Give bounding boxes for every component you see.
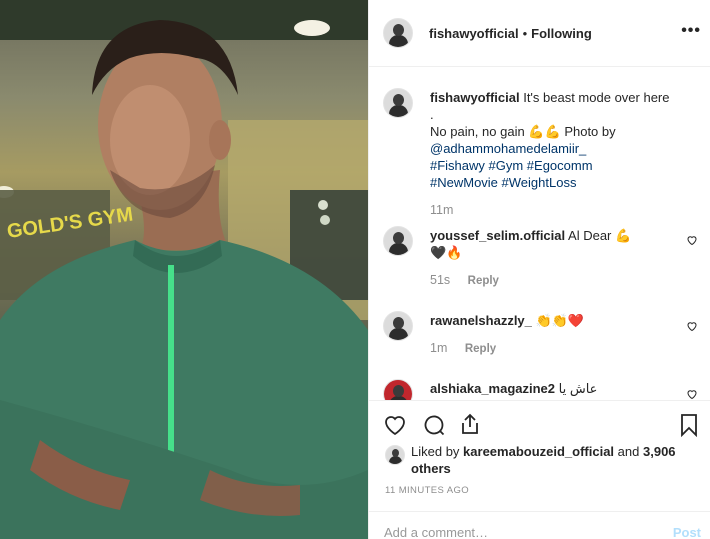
reply-button[interactable]: Reply (465, 343, 496, 355)
caption-timestamp: 11m (430, 203, 454, 217)
ellipsis-icon[interactable]: ••• (681, 23, 701, 39)
separator-dot: • (522, 25, 528, 41)
post-actions: Liked by kareemabouzeid_official and 3,9… (369, 400, 710, 539)
comment-time: 51s (430, 273, 451, 287)
avatar[interactable] (383, 226, 413, 256)
heart-icon[interactable] (686, 388, 698, 400)
avatar[interactable] (383, 88, 413, 118)
avatar[interactable] (385, 445, 405, 465)
person-portrait-photo: GOLD'S GYM (0, 0, 368, 539)
comment-body: عاش يا (558, 381, 598, 396)
comment-body: Al Dear (568, 228, 612, 243)
post-photo[interactable]: GOLD'S GYM (0, 0, 368, 539)
caption-text: fishawyofficial It's beast mode over her… (430, 89, 675, 191)
post-button[interactable]: Post (673, 525, 701, 539)
caption-time: 11m (430, 203, 453, 217)
liked-by-prefix: Liked by (411, 444, 460, 459)
post-timestamp[interactable]: 11 MINUTES AGO (385, 485, 469, 496)
comment-meta: 1m Reply (430, 341, 496, 355)
comments-list[interactable]: fishawyofficial It's beast mode over her… (369, 68, 710, 400)
share-icon[interactable] (458, 412, 482, 436)
comment-username[interactable]: rawanelshazzly_ (430, 313, 532, 328)
add-comment-bar: Add a comment… Post (369, 511, 710, 539)
comment-username[interactable]: alshiaka_magazine2 (430, 381, 555, 396)
post-sidebar: fishawyofficial • Following ••• fishawyo… (368, 0, 710, 539)
heart-fire-emoji: 🖤🔥 (430, 245, 463, 260)
reply-button[interactable]: Reply (468, 275, 499, 287)
avatar[interactable] (383, 379, 413, 400)
heart-icon[interactable] (686, 234, 698, 246)
flexed-biceps-icon: 💪 (615, 228, 632, 243)
liked-by-user[interactable]: kareemabouzeid_official (463, 444, 614, 459)
mention-link[interactable]: @adhammohamedelamiir_ (430, 141, 586, 156)
instagram-post-modal: GOLD'S GYM fishawyofficial • Following •… (0, 0, 710, 539)
clapping-heart-emoji: 👏👏❤️ (535, 313, 585, 328)
caption-text-3: Photo by (564, 124, 616, 139)
comment-time: 1m (430, 341, 448, 355)
comment-input[interactable]: Add a comment… (384, 525, 488, 539)
heart-icon[interactable] (686, 320, 698, 332)
comment-text: youssef_selim.official Al Dear 💪 🖤🔥 (430, 227, 675, 261)
caption-text-2: No pain, no gain (430, 124, 525, 139)
comment-meta: 51s Reply (430, 273, 499, 287)
likes-text: Liked by kareemabouzeid_official and 3,9… (411, 443, 691, 477)
header-username[interactable]: fishawyofficial (429, 26, 519, 41)
flexed-biceps-icon: 💪💪 (528, 124, 561, 139)
caption-username[interactable]: fishawyofficial (430, 90, 520, 105)
liked-by-middle: and (617, 444, 640, 459)
hashtags-line-2[interactable]: #NewMovie #WeightLoss (430, 175, 576, 190)
comment-text: rawanelshazzly_ 👏👏❤️ (430, 312, 675, 329)
comment-username[interactable]: youssef_selim.official (430, 228, 565, 243)
comment-bubble-icon[interactable] (422, 413, 446, 437)
like-heart-icon[interactable] (383, 413, 407, 437)
post-header: fishawyofficial • Following ••• (369, 0, 710, 67)
comment-text: alshiaka_magazine2 عاش يا (430, 380, 675, 397)
hashtags-line-1[interactable]: #Fishawy #Gym #Egocomm (430, 158, 593, 173)
bookmark-icon[interactable] (677, 413, 701, 437)
avatar[interactable] (383, 18, 413, 48)
avatar[interactable] (383, 311, 413, 341)
following-button[interactable]: Following (531, 26, 592, 41)
